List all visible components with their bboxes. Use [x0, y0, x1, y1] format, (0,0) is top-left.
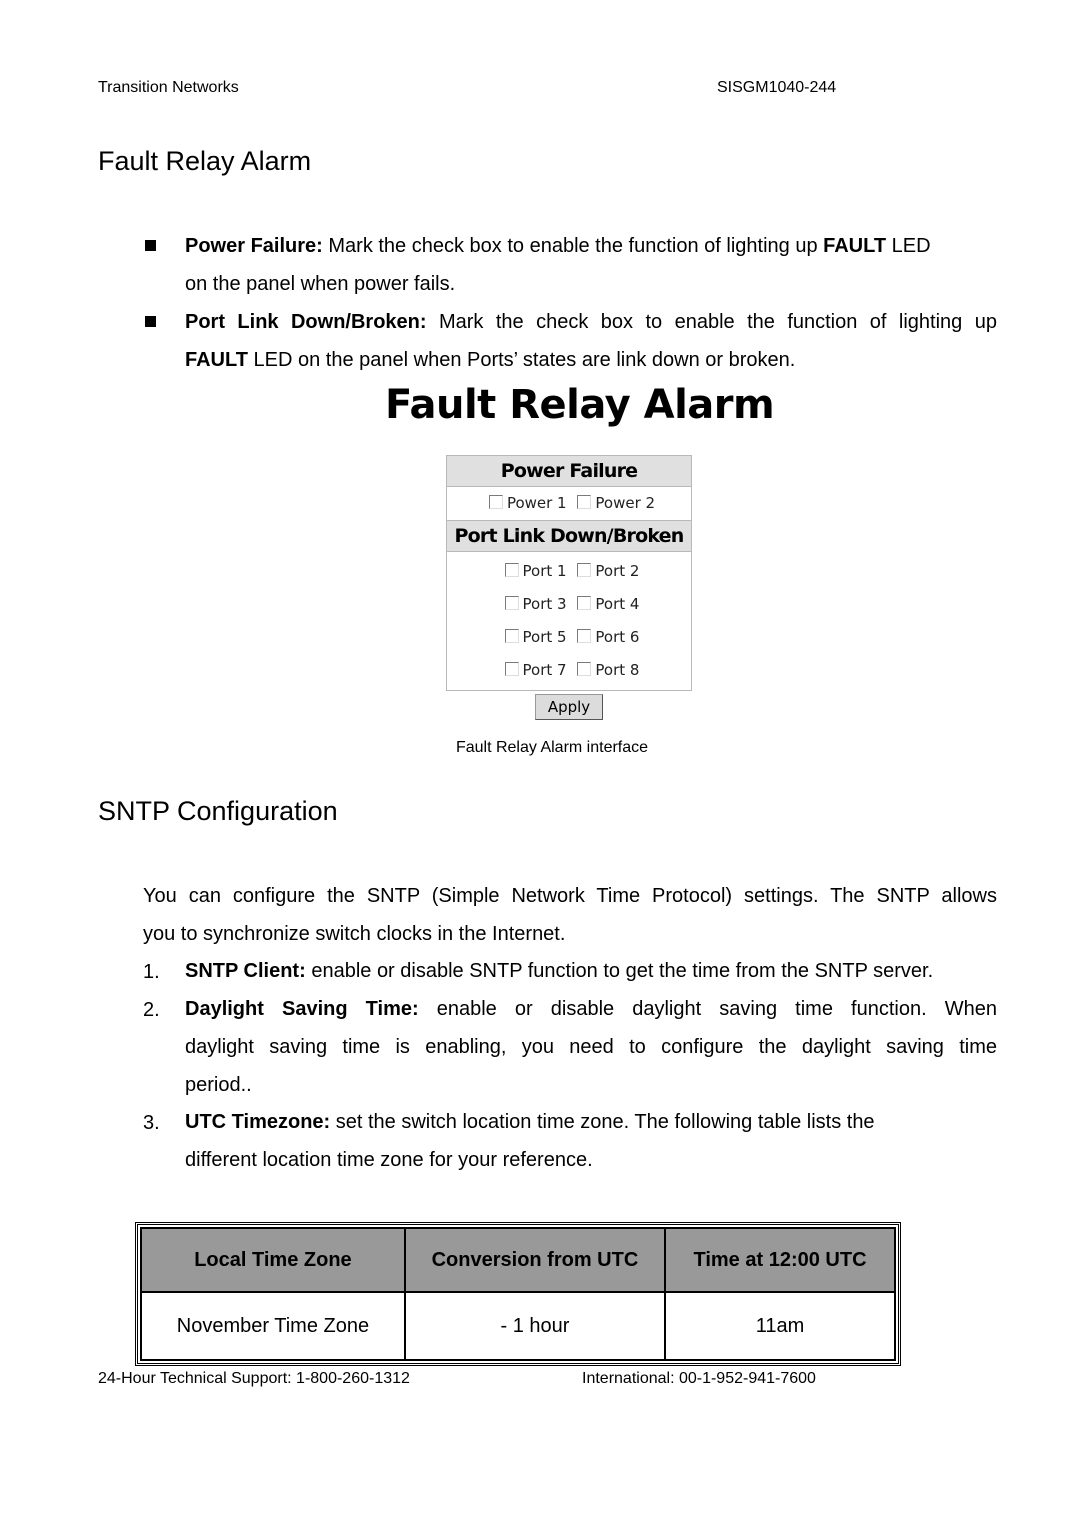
port-link-header: Port Link Down/Broken [447, 520, 691, 552]
column-header: Conversion from UTC [403, 1227, 667, 1293]
power-1-checkbox[interactable] [488, 495, 503, 509]
port-6-checkbox[interactable] [577, 629, 592, 643]
table-cell: 11am [664, 1291, 896, 1361]
port-8-checkbox[interactable] [577, 662, 592, 676]
figure-caption: Fault Relay Alarm interface [455, 739, 649, 756]
item-number: 1. [143, 961, 160, 983]
table-row: November Time Zone - 1 hour 11am [140, 1291, 896, 1361]
fault-relay-panel: Power Failure Power 1 Power 2 Port Link … [446, 455, 692, 691]
column-header: Local Time Zone [140, 1227, 406, 1293]
header-model: SISGM1040-244 [717, 79, 837, 96]
widget-title: Fault Relay Alarm [385, 382, 775, 428]
port-row: Port 7 Port 8 [447, 654, 691, 687]
table-cell: November Time Zone [140, 1291, 406, 1361]
bullet-icon [145, 240, 156, 251]
port-2-checkbox[interactable] [577, 563, 592, 577]
port-row: Port 5 Port 6 [447, 621, 691, 654]
power-2-checkbox[interactable] [577, 495, 592, 509]
item-number: 2. [143, 999, 160, 1021]
footer-international: International: 00-1-952-941-7600 [582, 1370, 816, 1387]
footer-support: 24-Hour Technical Support: 1-800-260-131… [98, 1370, 410, 1387]
table-cell: - 1 hour [403, 1291, 667, 1361]
port-row: Port 3 Port 4 [447, 588, 691, 621]
apply-button[interactable]: Apply [535, 694, 603, 720]
power-failure-header: Power Failure [447, 456, 691, 487]
bullet-port-link: Port Link Down/Broken: Mark the check bo… [185, 311, 997, 371]
power-row: Power 1 Power 2 [447, 487, 691, 520]
section-title-fault-relay: Fault Relay Alarm [98, 146, 312, 176]
port-7-checkbox[interactable] [504, 662, 519, 676]
port-1-checkbox[interactable] [504, 563, 519, 577]
timezone-table: Local Time Zone Conversion from UTC Time… [135, 1222, 901, 1366]
column-header: Time at 12:00 UTC [664, 1227, 896, 1293]
header-company: Transition Networks [98, 79, 239, 96]
bullet-power-failure: Power Failure: Mark the check box to ena… [185, 235, 931, 295]
item-utc-timezone: UTC Timezone: set the switch location ti… [185, 1111, 875, 1171]
sntp-intro: You can configure the SNTP (Simple Netwo… [143, 885, 997, 945]
port-4-checkbox[interactable] [577, 596, 592, 610]
port-row: Port 1 Port 2 [447, 555, 691, 588]
item-daylight-saving: Daylight Saving Time: enable or disable … [185, 998, 997, 1096]
section-title-sntp: SNTP Configuration [98, 796, 338, 826]
item-number: 3. [143, 1112, 160, 1134]
port-5-checkbox[interactable] [504, 629, 519, 643]
bullet-icon [145, 316, 156, 327]
item-sntp-client: SNTP Client: enable or disable SNTP func… [185, 960, 934, 982]
port-3-checkbox[interactable] [504, 596, 519, 610]
